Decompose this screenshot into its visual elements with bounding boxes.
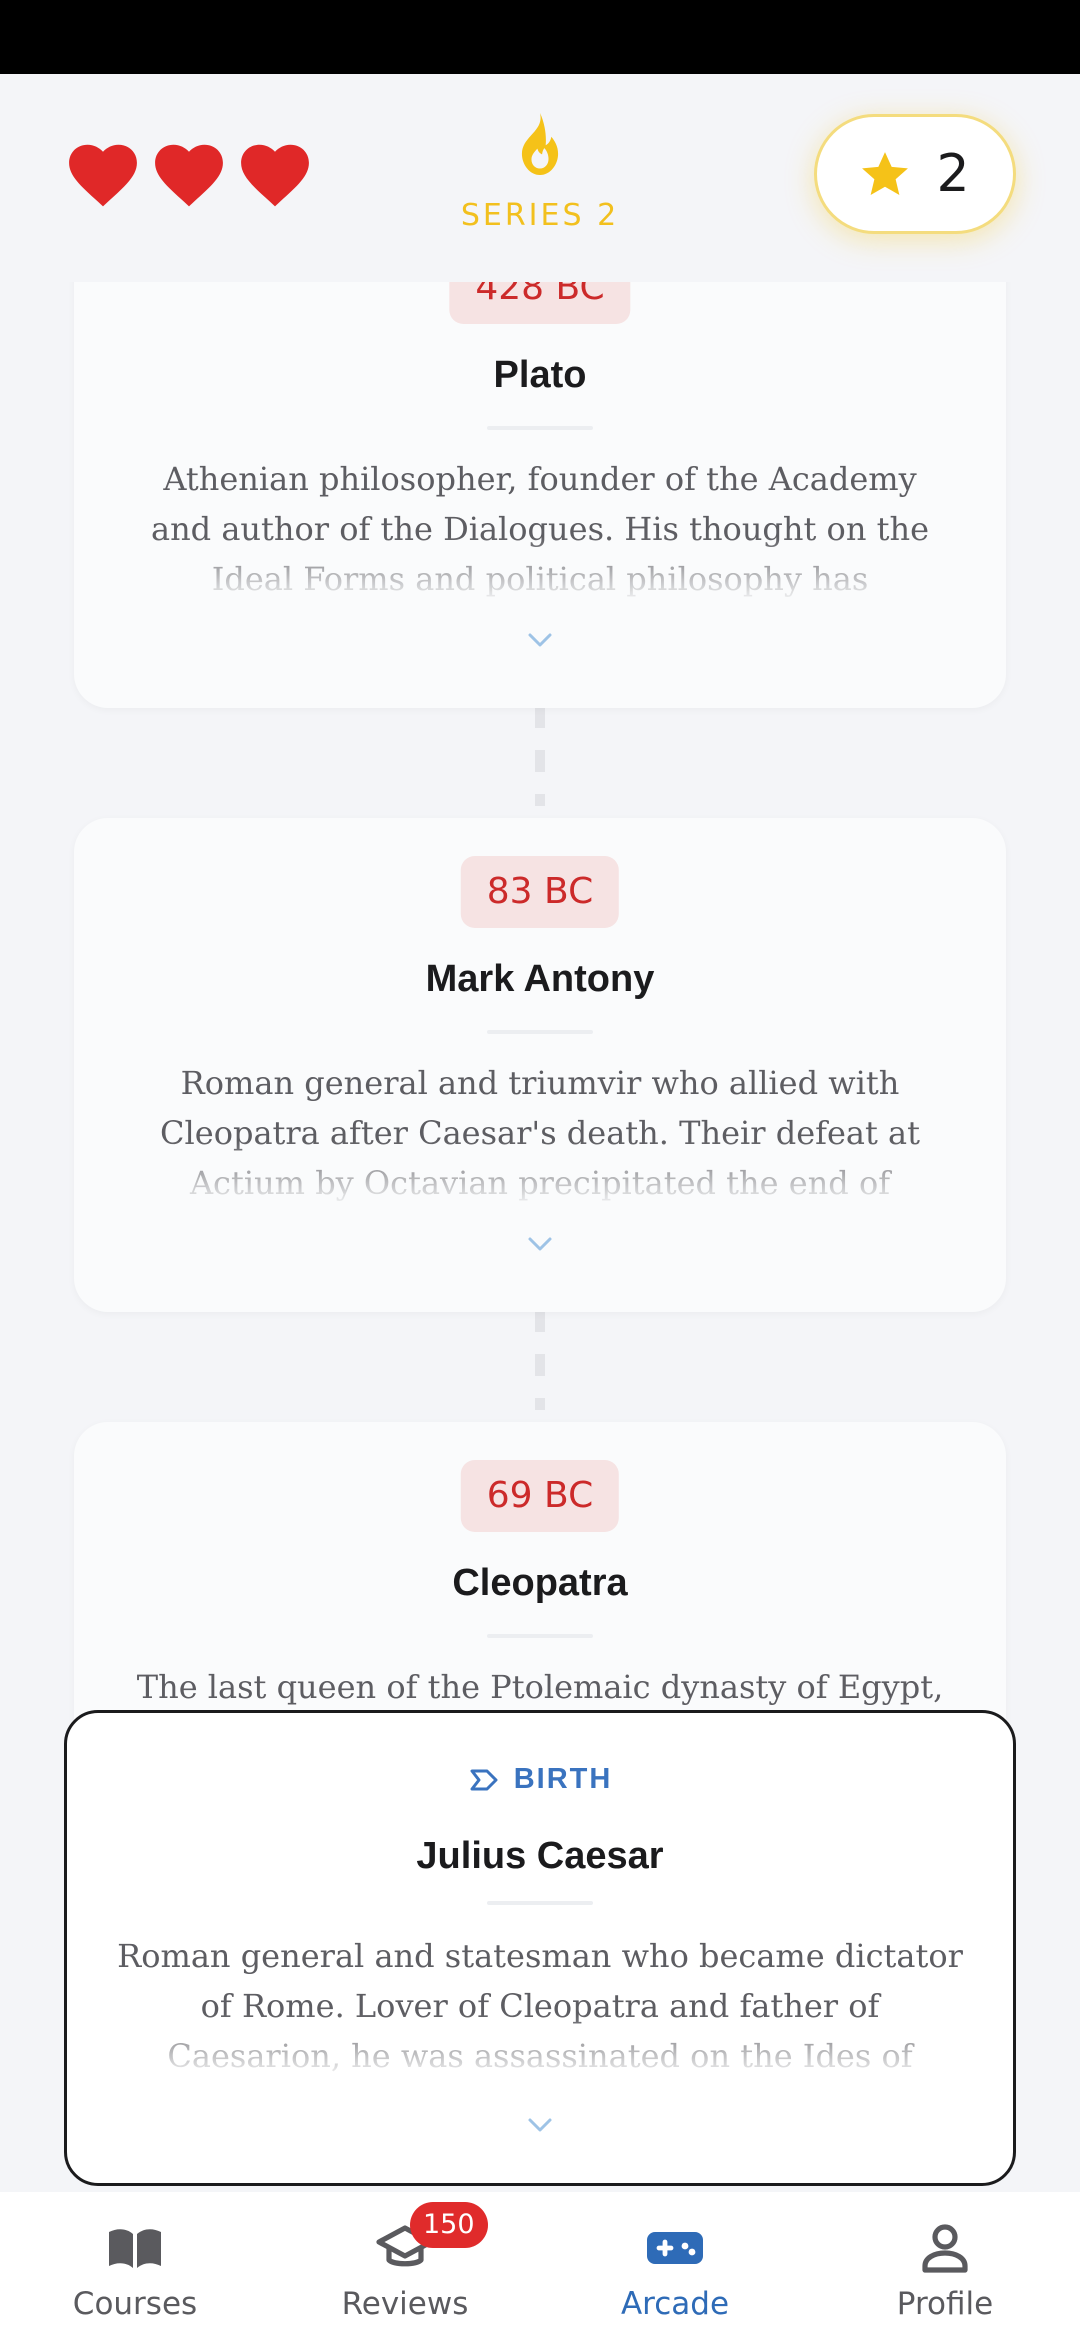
- person-icon: [810, 2222, 1080, 2274]
- title-divider: [487, 1901, 593, 1905]
- reviews-count-badge: 150: [410, 2202, 488, 2248]
- heart-icon: [66, 140, 140, 208]
- title-divider: [487, 426, 593, 430]
- tag-icon: [468, 1766, 500, 1794]
- nav-label: Arcade: [620, 2286, 730, 2322]
- gamepad-icon: [540, 2222, 810, 2274]
- nav-item-courses[interactable]: Courses: [0, 2192, 270, 2340]
- title-divider: [487, 1030, 593, 1034]
- active-event-card[interactable]: BIRTH Julius Caesar Roman general and st…: [64, 1710, 1016, 2186]
- card-description: Roman general and triumvir who allied wi…: [160, 1064, 920, 1202]
- series-streak: SERIES 2: [440, 110, 640, 233]
- bottom-navigation: Courses 150 Reviews Arcade Profile: [0, 2192, 1080, 2340]
- card-title: Julius Caesar: [416, 1835, 664, 1877]
- series-label: SERIES 2: [460, 198, 620, 233]
- chevron-down-icon[interactable]: [527, 2117, 553, 2133]
- nav-item-profile[interactable]: Profile: [810, 2192, 1080, 2340]
- nav-item-arcade[interactable]: Arcade: [540, 2192, 810, 2340]
- timeline-card[interactable]: 428 BC Plato Athenian philosopher, found…: [74, 282, 1006, 708]
- status-bar: [0, 0, 1080, 74]
- star-icon: [860, 150, 910, 198]
- year-badge: 69 BC: [460, 1460, 620, 1532]
- nav-label: Courses: [72, 2286, 198, 2322]
- card-title: Mark Antony: [425, 958, 655, 1000]
- year-badge: 83 BC: [460, 856, 620, 928]
- stars-count: 2: [936, 144, 970, 204]
- card-title: Cleopatra: [452, 1562, 628, 1604]
- heart-icon: [152, 140, 226, 208]
- nav-label: Reviews: [341, 2286, 469, 2322]
- stars-counter[interactable]: 2: [814, 114, 1016, 234]
- year-badge: 428 BC: [449, 282, 631, 324]
- heart-icon: [238, 140, 312, 208]
- timeline-connector: [535, 706, 545, 806]
- nav-label: Profile: [896, 2286, 994, 2322]
- game-header: SERIES 2 2: [0, 74, 1080, 282]
- card-description: Athenian philosopher, founder of the Aca…: [150, 460, 929, 598]
- nav-item-reviews[interactable]: 150 Reviews: [270, 2192, 540, 2340]
- timeline-connector: [535, 1310, 545, 1410]
- lives: [66, 140, 312, 208]
- event-type-tag: BIRTH: [67, 1763, 1013, 1796]
- chevron-down-icon[interactable]: [527, 1236, 553, 1252]
- book-icon: [0, 2222, 270, 2274]
- chevron-down-icon[interactable]: [527, 632, 553, 648]
- card-title: Plato: [493, 354, 587, 396]
- graduation-cap-icon: [270, 2222, 540, 2274]
- flame-icon: [440, 110, 640, 178]
- title-divider: [487, 1634, 593, 1638]
- timeline-card[interactable]: 83 BC Mark Antony Roman general and triu…: [74, 818, 1006, 1312]
- card-description: Roman general and statesman who became d…: [117, 1937, 963, 2075]
- event-type-label: BIRTH: [513, 1763, 613, 1795]
